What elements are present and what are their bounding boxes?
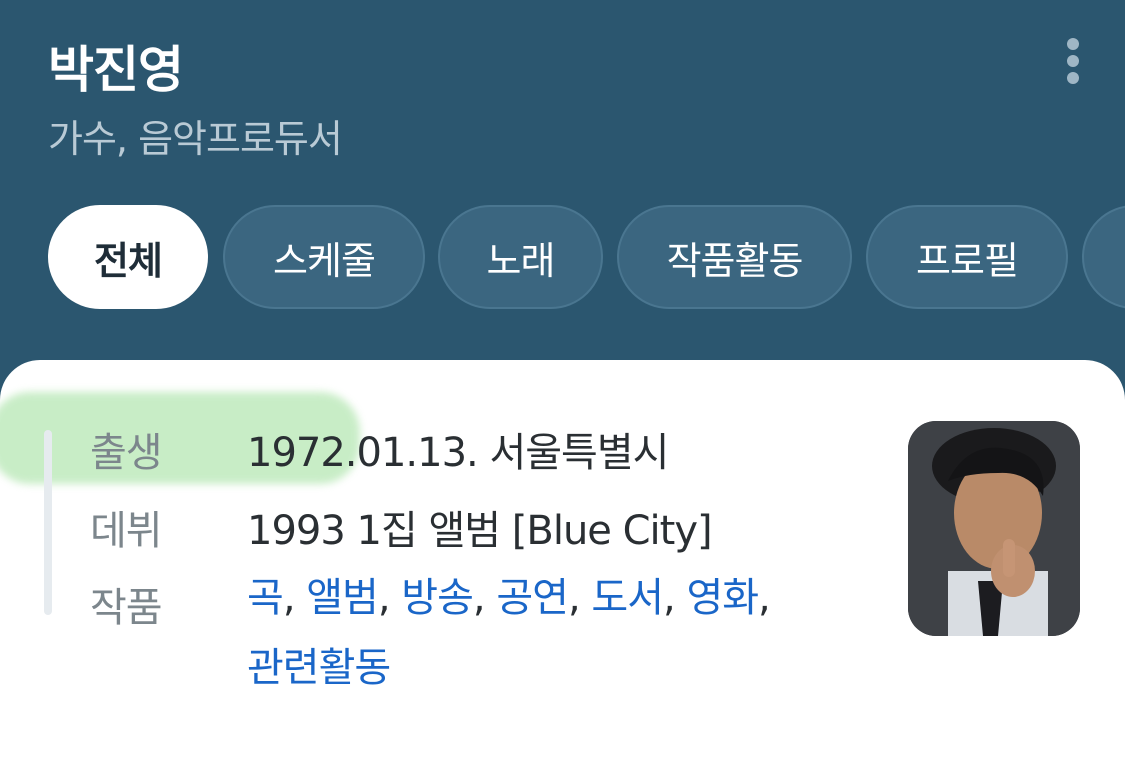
tab-works[interactable]: 작품활동 xyxy=(617,205,852,309)
works-link-movie[interactable]: 영화 xyxy=(686,575,759,621)
header: 박진영 가수, 음악프로듀서 전체 스케줄 노래 작품활동 프로필 xyxy=(0,0,1125,360)
works-link-book[interactable]: 도서 xyxy=(591,575,664,621)
tab-partial[interactable] xyxy=(1082,205,1125,309)
birth-label: 출생 xyxy=(90,430,163,476)
works-link-album[interactable]: 앨범 xyxy=(306,575,379,621)
works-link-related[interactable]: 관련활동 xyxy=(247,645,391,691)
page-title: 박진영 xyxy=(48,41,184,99)
works-link-performance[interactable]: 공연 xyxy=(496,575,569,621)
works-label: 작품 xyxy=(90,585,163,631)
tab-profile[interactable]: 프로필 xyxy=(866,205,1068,309)
works-link-song[interactable]: 곡 xyxy=(247,575,284,621)
profile-photo[interactable] xyxy=(908,421,1080,636)
works-links: 곡, 앨범, 방송, 공연, 도서, 영화, 관련활동 xyxy=(247,575,771,691)
page-subtitle: 가수, 음악프로듀서 xyxy=(48,117,343,161)
tab-all[interactable]: 전체 xyxy=(48,205,208,309)
birth-value: 1972.01.13. 서울특별시 xyxy=(247,430,669,476)
debut-label: 데뷔 xyxy=(90,508,163,554)
tab-bar: 전체 스케줄 노래 작품활동 프로필 xyxy=(48,205,1125,313)
portrait-image xyxy=(908,421,1080,636)
tab-schedule[interactable]: 스케줄 xyxy=(223,205,425,309)
works-link-broadcast[interactable]: 방송 xyxy=(401,575,474,621)
tab-songs[interactable]: 노래 xyxy=(438,205,603,309)
more-options-icon[interactable] xyxy=(1058,38,1088,84)
debut-value: 1993 1집 앨범 [Blue City] xyxy=(247,508,713,554)
quote-bar xyxy=(44,430,52,615)
